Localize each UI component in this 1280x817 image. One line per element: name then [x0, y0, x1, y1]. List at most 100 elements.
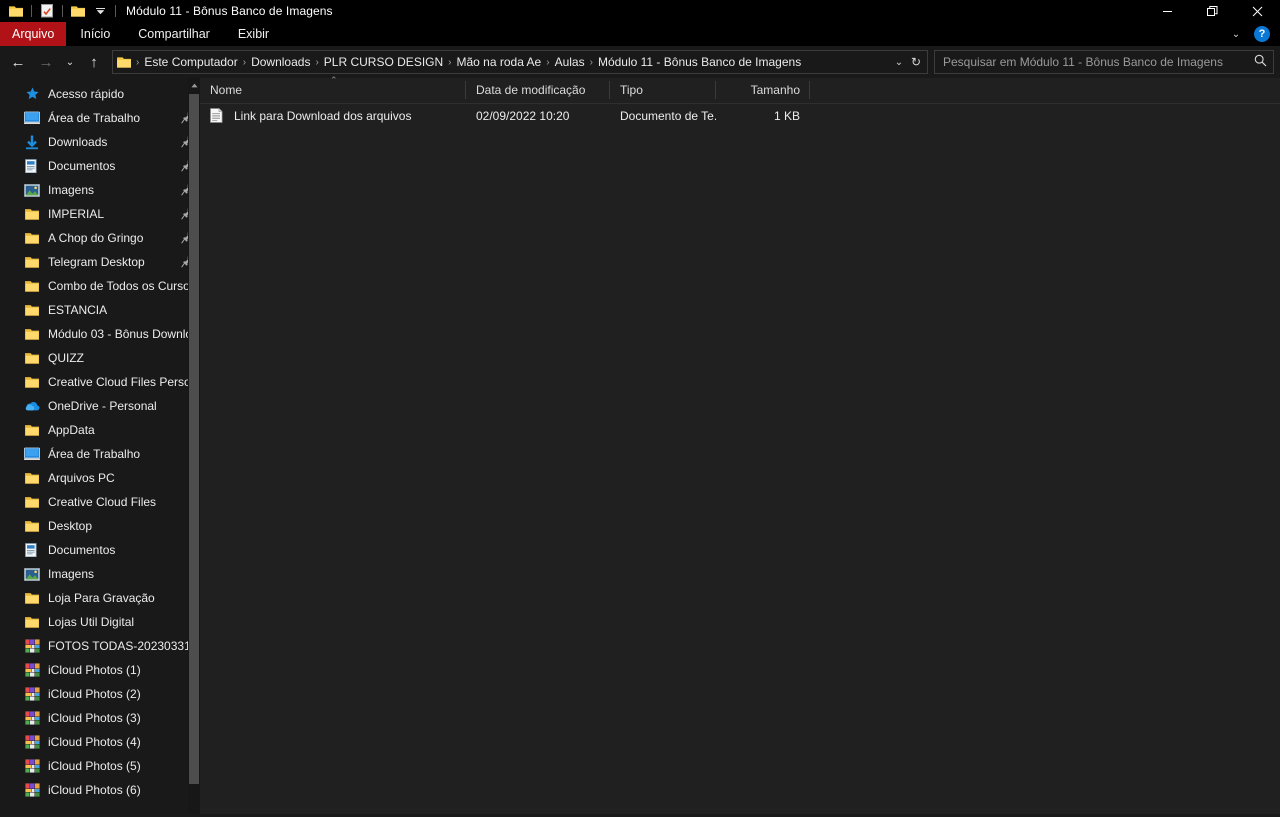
- sidebar-item[interactable]: Documentos: [0, 538, 200, 562]
- sidebar-item[interactable]: QUIZZ: [0, 346, 200, 370]
- sidebar-item[interactable]: Lojas Util Digital: [0, 610, 200, 634]
- toolbar-separator: [62, 5, 63, 17]
- sidebar-item[interactable]: Área de Trabalho: [0, 442, 200, 466]
- breadcrumb-item-aulas[interactable]: Aulas: [551, 55, 589, 69]
- column-header-nome[interactable]: ⌃ Nome: [200, 75, 466, 103]
- folder-icon: [24, 614, 40, 630]
- cell-date: 02/09/2022 10:20: [476, 109, 570, 123]
- sidebar-item-label: Documentos: [48, 159, 116, 173]
- sidebar-item-label: Downloads: [48, 135, 108, 149]
- sidebar-item-label: ESTANCIA: [48, 303, 108, 317]
- sidebar-item[interactable]: Loja Para Gravação: [0, 586, 200, 610]
- sidebar-item[interactable]: iCloud Photos (6): [0, 778, 200, 802]
- sidebar-item[interactable]: AppData: [0, 418, 200, 442]
- sidebar-item-label: Acesso rápido: [48, 87, 125, 101]
- folder-icon[interactable]: [5, 1, 27, 21]
- column-header-data-modificacao[interactable]: Data de modificação: [466, 77, 610, 103]
- sidebar-item[interactable]: IMPERIAL: [0, 202, 200, 226]
- search-icon[interactable]: [1254, 54, 1267, 70]
- text-document-icon: [210, 108, 226, 124]
- cell-name[interactable]: Link para Download dos arquivos: [200, 108, 466, 124]
- toolbar-separator: [31, 5, 32, 17]
- sidebar-item[interactable]: Desktop: [0, 514, 200, 538]
- sidebar-item[interactable]: Acesso rápido: [0, 82, 200, 106]
- archive-icon: [24, 734, 40, 750]
- sidebar-item-label: iCloud Photos (2): [48, 687, 141, 701]
- sidebar-item[interactable]: ESTANCIA: [0, 298, 200, 322]
- chevron-down-icon[interactable]: ⌄: [891, 57, 907, 68]
- sidebar-item[interactable]: Creative Cloud Files Personal: [0, 370, 200, 394]
- archive-icon: [24, 638, 40, 654]
- search-input[interactable]: Pesquisar em Módulo 11 - Bônus Banco de …: [934, 50, 1274, 74]
- back-button[interactable]: ←: [4, 49, 32, 75]
- folder-icon: [24, 590, 40, 606]
- archive-icon: [24, 662, 40, 678]
- maximize-restore-button[interactable]: [1190, 0, 1235, 22]
- sidebar-item[interactable]: Telegram Desktop: [0, 250, 200, 274]
- tab-exibir[interactable]: Exibir: [224, 22, 283, 46]
- sidebar-item-label: AppData: [48, 423, 95, 437]
- desktop-icon: [24, 110, 40, 126]
- tab-arquivo[interactable]: Arquivo: [0, 22, 67, 46]
- column-header-tipo[interactable]: Tipo: [610, 77, 716, 103]
- sidebar-item[interactable]: iCloud Photos (5): [0, 754, 200, 778]
- breadcrumb-item-este-computador[interactable]: Este Computador: [140, 55, 241, 69]
- column-header-tamanho[interactable]: Tamanho: [716, 77, 810, 103]
- address-bar: ← → ⌄ ↑ › Este Computador › Downloads › …: [0, 46, 1280, 78]
- pictures-icon: [24, 566, 40, 582]
- sidebar-item[interactable]: Arquivos PC: [0, 466, 200, 490]
- folder-icon: [24, 230, 40, 246]
- sidebar-item[interactable]: Imagens: [0, 562, 200, 586]
- help-icon[interactable]: ?: [1254, 26, 1270, 42]
- sidebar-item[interactable]: iCloud Photos (3): [0, 706, 200, 730]
- window-title: Módulo 11 - Bônus Banco de Imagens: [126, 4, 333, 18]
- breadcrumb-item-mao-na-roda-ae[interactable]: Mão na roda Ae: [453, 55, 546, 69]
- sidebar-item-label: Loja Para Gravação: [48, 591, 155, 605]
- sidebar-item[interactable]: FOTOS TODAS-20230331T13: [0, 634, 200, 658]
- sidebar-item[interactable]: A Chop do Gringo: [0, 226, 200, 250]
- sidebar-item[interactable]: iCloud Photos (2): [0, 682, 200, 706]
- pictures-icon: [24, 182, 40, 198]
- breadcrumb-item-downloads[interactable]: Downloads: [247, 55, 314, 69]
- sidebar-item[interactable]: Área de Trabalho: [0, 106, 200, 130]
- sidebar-item-label: FOTOS TODAS-20230331T13: [48, 639, 194, 653]
- scroll-up-arrow-icon[interactable]: [188, 78, 200, 92]
- sidebar-item[interactable]: Creative Cloud Files: [0, 490, 200, 514]
- folder-icon: [24, 350, 40, 366]
- sidebar-scrollbar[interactable]: [188, 78, 200, 814]
- forward-button[interactable]: →: [32, 49, 60, 75]
- recent-locations-icon[interactable]: ⌄: [60, 49, 80, 75]
- tab-compartilhar[interactable]: Compartilhar: [124, 22, 224, 46]
- folder-icon: [24, 494, 40, 510]
- table-row[interactable]: Link para Download dos arquivos 02/09/202…: [200, 104, 1280, 128]
- file-rows: Link para Download dos arquivos 02/09/202…: [200, 104, 1280, 814]
- sidebar-item-label: Desktop: [48, 519, 93, 533]
- sidebar-item[interactable]: OneDrive - Personal: [0, 394, 200, 418]
- sidebar-item[interactable]: Módulo 03 - Bônus Downlo: [0, 322, 200, 346]
- breadcrumb-item-current-folder[interactable]: Módulo 11 - Bônus Banco de Imagens: [594, 55, 805, 69]
- folder-icon: [24, 278, 40, 294]
- sidebar-item[interactable]: Downloads: [0, 130, 200, 154]
- sidebar-item-label: Combo de Todos os Cursos: [48, 279, 194, 293]
- breadcrumb-item-plr-curso-design[interactable]: PLR CURSO DESIGN: [320, 55, 447, 69]
- tab-inicio[interactable]: Início: [66, 22, 124, 46]
- sidebar-item[interactable]: iCloud Photos (1): [0, 658, 200, 682]
- folder-icon: [24, 422, 40, 438]
- up-button[interactable]: ↑: [80, 49, 108, 75]
- sidebar-item-label: QUIZZ: [48, 351, 84, 365]
- sidebar-item[interactable]: iCloud Photos (4): [0, 730, 200, 754]
- properties-icon[interactable]: [36, 1, 58, 21]
- close-button[interactable]: [1235, 0, 1280, 22]
- sidebar-item-label: Creative Cloud Files: [48, 495, 157, 509]
- minimize-button[interactable]: [1145, 0, 1190, 22]
- column-label-tamanho: Tamanho: [750, 83, 800, 97]
- new-folder-icon[interactable]: [67, 1, 89, 21]
- refresh-icon[interactable]: ↻: [907, 55, 925, 69]
- scrollbar-thumb[interactable]: [189, 94, 199, 784]
- chevron-down-icon[interactable]: ⌄: [1228, 29, 1244, 40]
- sidebar-item[interactable]: Combo de Todos os Cursos: [0, 274, 200, 298]
- breadcrumb[interactable]: › Este Computador › Downloads › PLR CURS…: [112, 50, 928, 74]
- sidebar-item[interactable]: Documentos: [0, 154, 200, 178]
- customize-chevron-icon[interactable]: [89, 1, 111, 21]
- sidebar-item[interactable]: Imagens: [0, 178, 200, 202]
